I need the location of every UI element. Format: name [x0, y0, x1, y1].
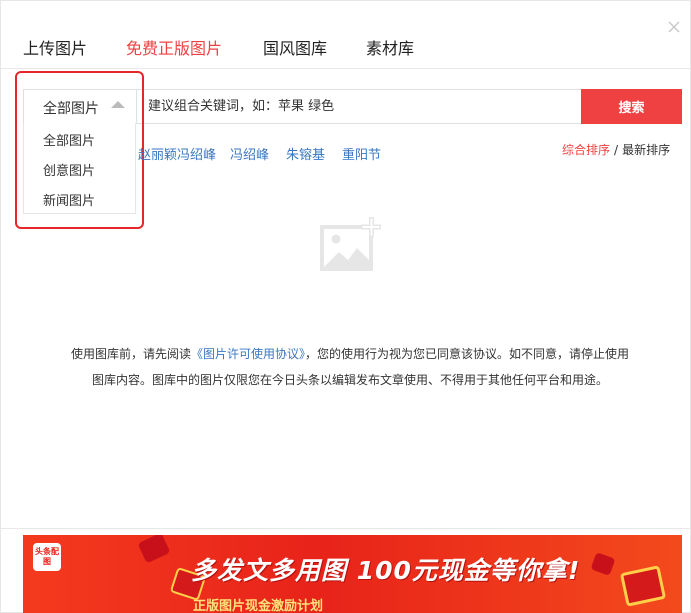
red-envelope-icon	[590, 552, 616, 576]
usage-notice: 使用图库前，请先阅读《图片许可使用协议》，您的使用行为视为您已同意该协议。如不同…	[67, 341, 633, 393]
notice-prefix: 使用图库前，请先阅读	[70, 347, 191, 361]
red-envelope-icon	[619, 565, 667, 607]
scope-dropdown-menu: 全部图片 创意图片 新闻图片	[23, 123, 136, 214]
search-bar: 全部图片 搜索	[23, 89, 682, 124]
hot-keyword[interactable]: 冯绍峰	[230, 144, 269, 163]
hot-keyword[interactable]: 朱镕基	[286, 144, 325, 163]
caret-up-icon	[111, 101, 125, 108]
tab-bar: 上传图片 免费正版图片 国风图库 素材库	[1, 1, 691, 69]
red-envelope-icon	[137, 535, 171, 564]
dropdown-item-all-images[interactable]: 全部图片	[43, 130, 95, 149]
sort-separator: /	[614, 143, 619, 157]
search-button[interactable]: 搜索	[581, 89, 682, 124]
dropdown-item-creative-images[interactable]: 创意图片	[43, 160, 95, 179]
tab-material-library[interactable]: 素材库	[366, 35, 414, 59]
toutiao-logo: 头条配图	[33, 543, 61, 571]
search-input[interactable]	[138, 90, 580, 123]
promo-banner[interactable]: 头条配图 多发文多用图 100元现金等你拿! 正版图片现金激励计划	[23, 535, 682, 613]
logo-text: 头条配图	[35, 547, 59, 566]
sort-comprehensive[interactable]: 综合排序	[562, 143, 610, 157]
banner-headline: 多发文多用图 100元现金等你拿!	[191, 556, 581, 585]
scope-select[interactable]: 全部图片	[24, 90, 137, 123]
sort-options: 综合排序 / 最新排序	[562, 141, 670, 158]
image-add-icon	[320, 217, 381, 271]
scope-select-label: 全部图片	[43, 101, 99, 117]
image-library-dialog: 上传图片 免费正版图片 国风图库 素材库 全部图片 搜索 全部图片 创意图片 新…	[0, 0, 691, 613]
close-icon[interactable]	[666, 19, 682, 35]
tab-free-licensed-images[interactable]: 免费正版图片	[126, 35, 222, 59]
dropdown-item-news-images[interactable]: 新闻图片	[43, 190, 95, 209]
license-agreement-link[interactable]: 《图片许可使用协议》	[191, 347, 305, 361]
tab-guofeng-library[interactable]: 国风图库	[263, 35, 327, 59]
footer-divider	[1, 528, 691, 529]
tab-upload-image[interactable]: 上传图片	[23, 35, 87, 59]
hot-keyword[interactable]: 重阳节	[342, 144, 381, 163]
sort-latest[interactable]: 最新排序	[622, 143, 670, 157]
banner-subline: 正版图片现金激励计划	[193, 599, 324, 613]
hot-keyword[interactable]: 赵丽颖冯绍峰	[138, 144, 216, 163]
